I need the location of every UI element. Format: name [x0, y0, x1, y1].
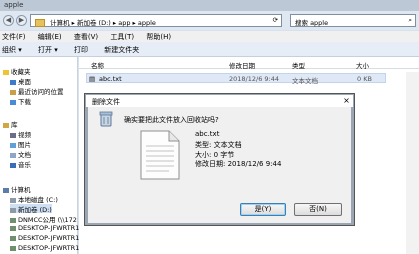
column-type[interactable]: 类型 [292, 60, 305, 70]
music-icon [10, 162, 16, 168]
nav-documents[interactable]: 文档 [10, 149, 31, 159]
file-row[interactable]: ▤ abc.txt 2018/12/6 9:44 文本文档 0 KB [86, 73, 386, 85]
network-drive-icon [10, 245, 16, 251]
dialog-file-date: 修改日期: 2018/12/6 9:44 [195, 160, 282, 168]
dialog-message: 确实要把此文件放入回收站吗? [124, 116, 219, 124]
column-size[interactable]: 大小 [356, 60, 369, 70]
computer-icon [3, 187, 9, 193]
nav-drive-c[interactable]: 本地磁盘 (C:) [10, 194, 58, 204]
nav-desktop[interactable]: 桌面 [10, 76, 31, 86]
download-icon [10, 99, 16, 105]
text-file-large-icon [140, 130, 180, 180]
menu-help[interactable]: 帮助(H) [146, 33, 171, 41]
search-input[interactable]: 搜索 apple ⌕ [290, 14, 416, 27]
nav-favorites[interactable]: 收藏夹 [3, 66, 31, 76]
file-type: 文本文档 [292, 77, 318, 85]
close-icon[interactable]: × [342, 96, 351, 105]
breadcrumb-1[interactable]: 计算机 [50, 19, 70, 27]
breadcrumb-3[interactable]: app [118, 19, 130, 27]
recent-places-icon [10, 89, 16, 95]
folder-icon [35, 19, 45, 27]
new-folder-button[interactable]: 新建文件夹 [104, 46, 139, 54]
navigation-pane: 收藏夹 桌面 最近访问的位置 下载 库 视频 图片 文档 音乐 计算机 本地磁盘… [0, 57, 79, 254]
search-placeholder: 搜索 apple [295, 19, 329, 27]
column-name[interactable]: 名称 [91, 60, 104, 70]
recycle-bin-icon [99, 111, 113, 127]
menu-bar: 文件(F) 编辑(E) 查看(V) 工具(T) 帮助(H) [0, 31, 419, 42]
nav-downloads[interactable]: 下载 [10, 96, 31, 106]
text-file-icon: ▤ [89, 75, 96, 83]
drive-icon [10, 197, 16, 203]
network-drive-icon [10, 235, 16, 241]
organize-button[interactable]: 组织 ▾ [2, 46, 22, 54]
nav-recent[interactable]: 最近访问的位置 [10, 86, 64, 96]
desktop-icon [10, 79, 16, 85]
column-header: 名称 修改日期 类型 大小 [79, 58, 419, 70]
nav-videos[interactable]: 视频 [10, 129, 31, 139]
dialog-file-type: 类型: 文本文档 [195, 141, 242, 149]
breadcrumb-2[interactable]: 新加卷 (D:) [77, 19, 111, 27]
dialog-title: 删除文件 [92, 98, 120, 106]
breadcrumb-4[interactable]: apple [138, 19, 156, 27]
drive-icon [10, 207, 16, 213]
nav-music[interactable]: 音乐 [10, 159, 31, 169]
nav-drive-d[interactable]: 新加卷 (D:) [10, 204, 52, 214]
nav-computer[interactable]: 计算机 [3, 184, 31, 194]
forward-icon[interactable]: ▶ [16, 15, 27, 26]
nav-network-drive[interactable]: DNMCC公用 (\\172 [10, 214, 77, 224]
network-drive-icon [10, 225, 16, 231]
file-name: abc.txt [99, 75, 122, 83]
library-icon [3, 122, 9, 128]
menu-file[interactable]: 文件(F) [2, 33, 26, 41]
window-title-bar: apple [0, 0, 419, 11]
toolbar: 组织 ▾ 打开 ▾ 打印 新建文件夹 [0, 42, 419, 57]
nav-desktop-1[interactable]: DESKTOP-JFWRTR1 [10, 224, 79, 233]
file-date: 2018/12/6 9:44 [229, 75, 279, 83]
nav-desktop-3[interactable]: DESKTOP-JFWRTR1 [10, 244, 79, 253]
back-icon[interactable]: ◀ [3, 15, 14, 26]
no-button[interactable]: 否(N) [294, 203, 342, 216]
menu-tools[interactable]: 工具(T) [110, 33, 134, 41]
window-title: apple [4, 1, 24, 9]
nav-desktop-2[interactable]: DESKTOP-JFWRTR1 [10, 234, 79, 243]
dialog-file-name: abc.txt [195, 130, 220, 138]
open-button[interactable]: 打开 ▾ [38, 46, 58, 54]
video-icon [10, 132, 16, 138]
nav-pictures[interactable]: 图片 [10, 139, 31, 149]
search-icon[interactable]: ⌕ [408, 16, 412, 25]
refresh-icon[interactable]: ⟳ [273, 16, 278, 24]
address-bar[interactable]: 计算机 ▸ 新加卷 (D:) ▸ app ▸ apple ⟳ [30, 14, 282, 27]
star-icon [3, 69, 9, 75]
document-icon [10, 152, 16, 158]
nav-libraries[interactable]: 库 [3, 119, 18, 129]
menu-edit[interactable]: 编辑(E) [38, 33, 62, 41]
network-drive-icon [10, 217, 16, 223]
yes-button[interactable]: 是(Y) [240, 203, 286, 216]
print-button[interactable]: 打印 [74, 46, 88, 54]
scrollbar[interactable] [406, 72, 419, 254]
dialog-title-bar: 删除文件 [86, 95, 353, 107]
column-date[interactable]: 修改日期 [229, 60, 255, 70]
picture-icon [10, 142, 16, 148]
menu-view[interactable]: 查看(V) [74, 33, 98, 41]
file-size: 0 KB [357, 75, 372, 83]
